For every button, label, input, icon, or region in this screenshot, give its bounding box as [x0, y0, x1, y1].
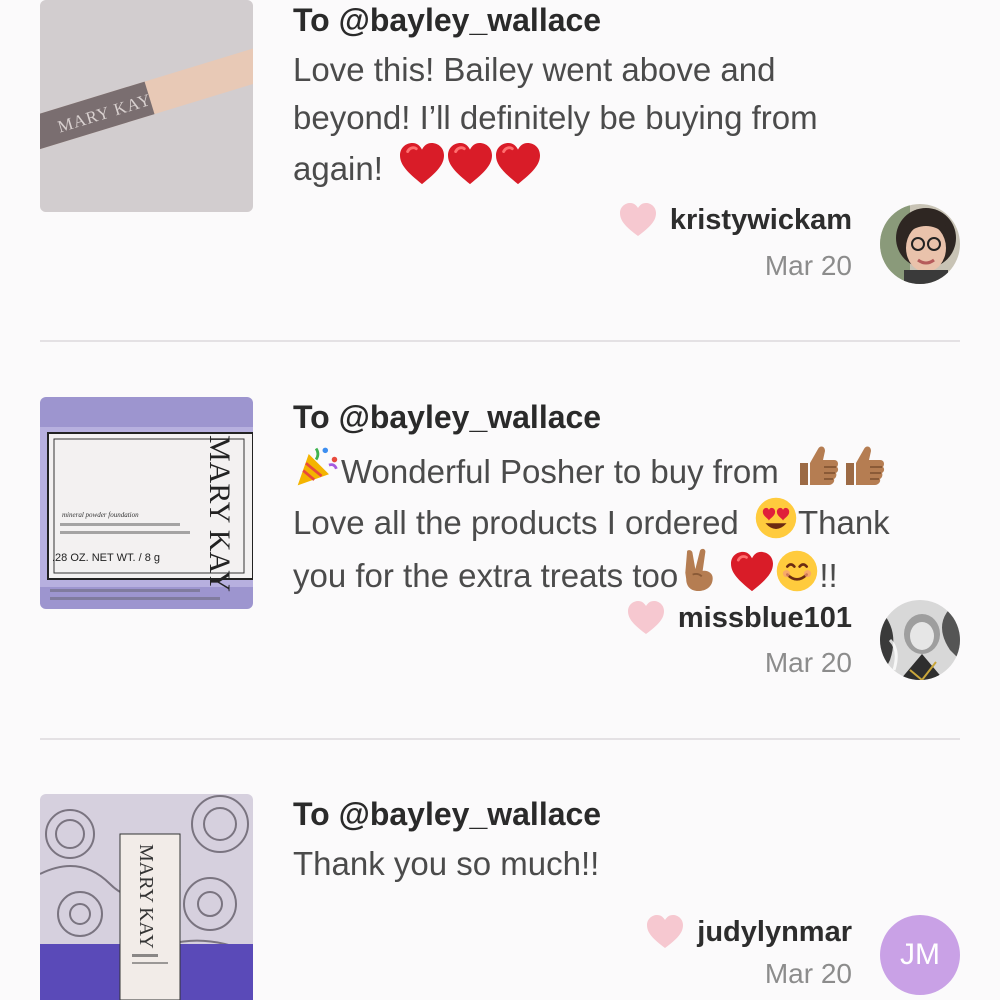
- message-line: Wonderful Posher to buy from: [341, 453, 779, 490]
- brand-text: MARY KAY: [203, 435, 236, 592]
- divider: [40, 340, 960, 342]
- reviewer-username[interactable]: missblue101: [678, 602, 852, 635]
- message-line-group: Love all the products I ordered Thank: [293, 496, 963, 547]
- recipient-label: To @bayley_wallace: [293, 399, 602, 435]
- red-heart-emoji-icon: [729, 551, 775, 593]
- avatar-initials: JM: [900, 938, 940, 971]
- reviewer-row: judylynmar: [645, 914, 852, 950]
- recipient-label: To @bayley_wallace: [293, 2, 602, 38]
- red-heart-emoji-icon: [494, 142, 542, 186]
- message-line: again!: [293, 150, 383, 187]
- review-date: Mar 20: [764, 958, 852, 989]
- message-line: Love this! Bailey went above and: [293, 51, 776, 88]
- recipient-label: To @bayley_wallace: [293, 796, 602, 832]
- avatar[interactable]: [880, 600, 960, 680]
- heart-like-icon[interactable]: [626, 600, 666, 636]
- message-line-group: you for the extra treats too !!: [293, 547, 963, 600]
- brand-text: MARY KAY: [135, 844, 157, 949]
- message-line: Love all the products I ordered: [293, 504, 739, 541]
- review-date: Mar 20: [764, 647, 852, 678]
- listing-thumbnail[interactable]: MARY KAY: [40, 794, 253, 1000]
- heart-like-icon[interactable]: [618, 202, 658, 238]
- reviewer-row: kristywickam: [618, 202, 852, 238]
- divider: [40, 738, 960, 740]
- message-line-group: again!: [293, 142, 963, 193]
- avatar[interactable]: JM: [880, 915, 960, 995]
- red-heart-emoji-icon: [446, 142, 494, 186]
- red-heart-emoji-icon: [398, 142, 446, 186]
- message-line: beyond! I’ll definitely be buying from: [293, 99, 818, 136]
- reviewer-username[interactable]: judylynmar: [697, 916, 852, 949]
- avatar[interactable]: [880, 204, 960, 284]
- review-message: Thank you so much!!: [293, 840, 963, 888]
- listing-thumbnail[interactable]: MARY KAY mineral powder foundation .28 O…: [40, 397, 253, 609]
- smiling-face-emoji-icon: [775, 549, 819, 593]
- message-line-group: Wonderful Posher to buy from: [293, 443, 963, 496]
- message-line: Thank you so much!!: [293, 845, 600, 882]
- heart-like-icon[interactable]: [645, 914, 685, 950]
- weight-text: .28 OZ. NET WT. / 8 g: [52, 552, 160, 564]
- reviewer-row: missblue101: [626, 600, 852, 636]
- thumbs-up-emoji-icon: [840, 443, 886, 489]
- reviewer-username[interactable]: kristywickam: [670, 204, 852, 237]
- heart-eyes-emoji-icon: [754, 496, 798, 540]
- victory-hand-emoji-icon: [678, 547, 720, 593]
- message-line: Thank: [797, 504, 890, 541]
- review-message: Love this! Bailey went above and beyond!…: [293, 46, 963, 193]
- listing-thumbnail[interactable]: MARY KAY: [40, 0, 253, 212]
- message-line: !!: [819, 557, 838, 594]
- review-feed: MARY KAY To @bayley_wallace Love this! B…: [0, 0, 1000, 1000]
- message-line: you for the extra treats too: [293, 557, 679, 594]
- review-message: Wonderful Posher to buy from Love all th…: [293, 443, 963, 600]
- product-text: mineral powder foundation: [62, 511, 139, 519]
- review-date: Mar 20: [764, 250, 852, 281]
- thumbs-up-emoji-icon: [794, 443, 840, 489]
- party-popper-emoji-icon: [293, 443, 341, 489]
